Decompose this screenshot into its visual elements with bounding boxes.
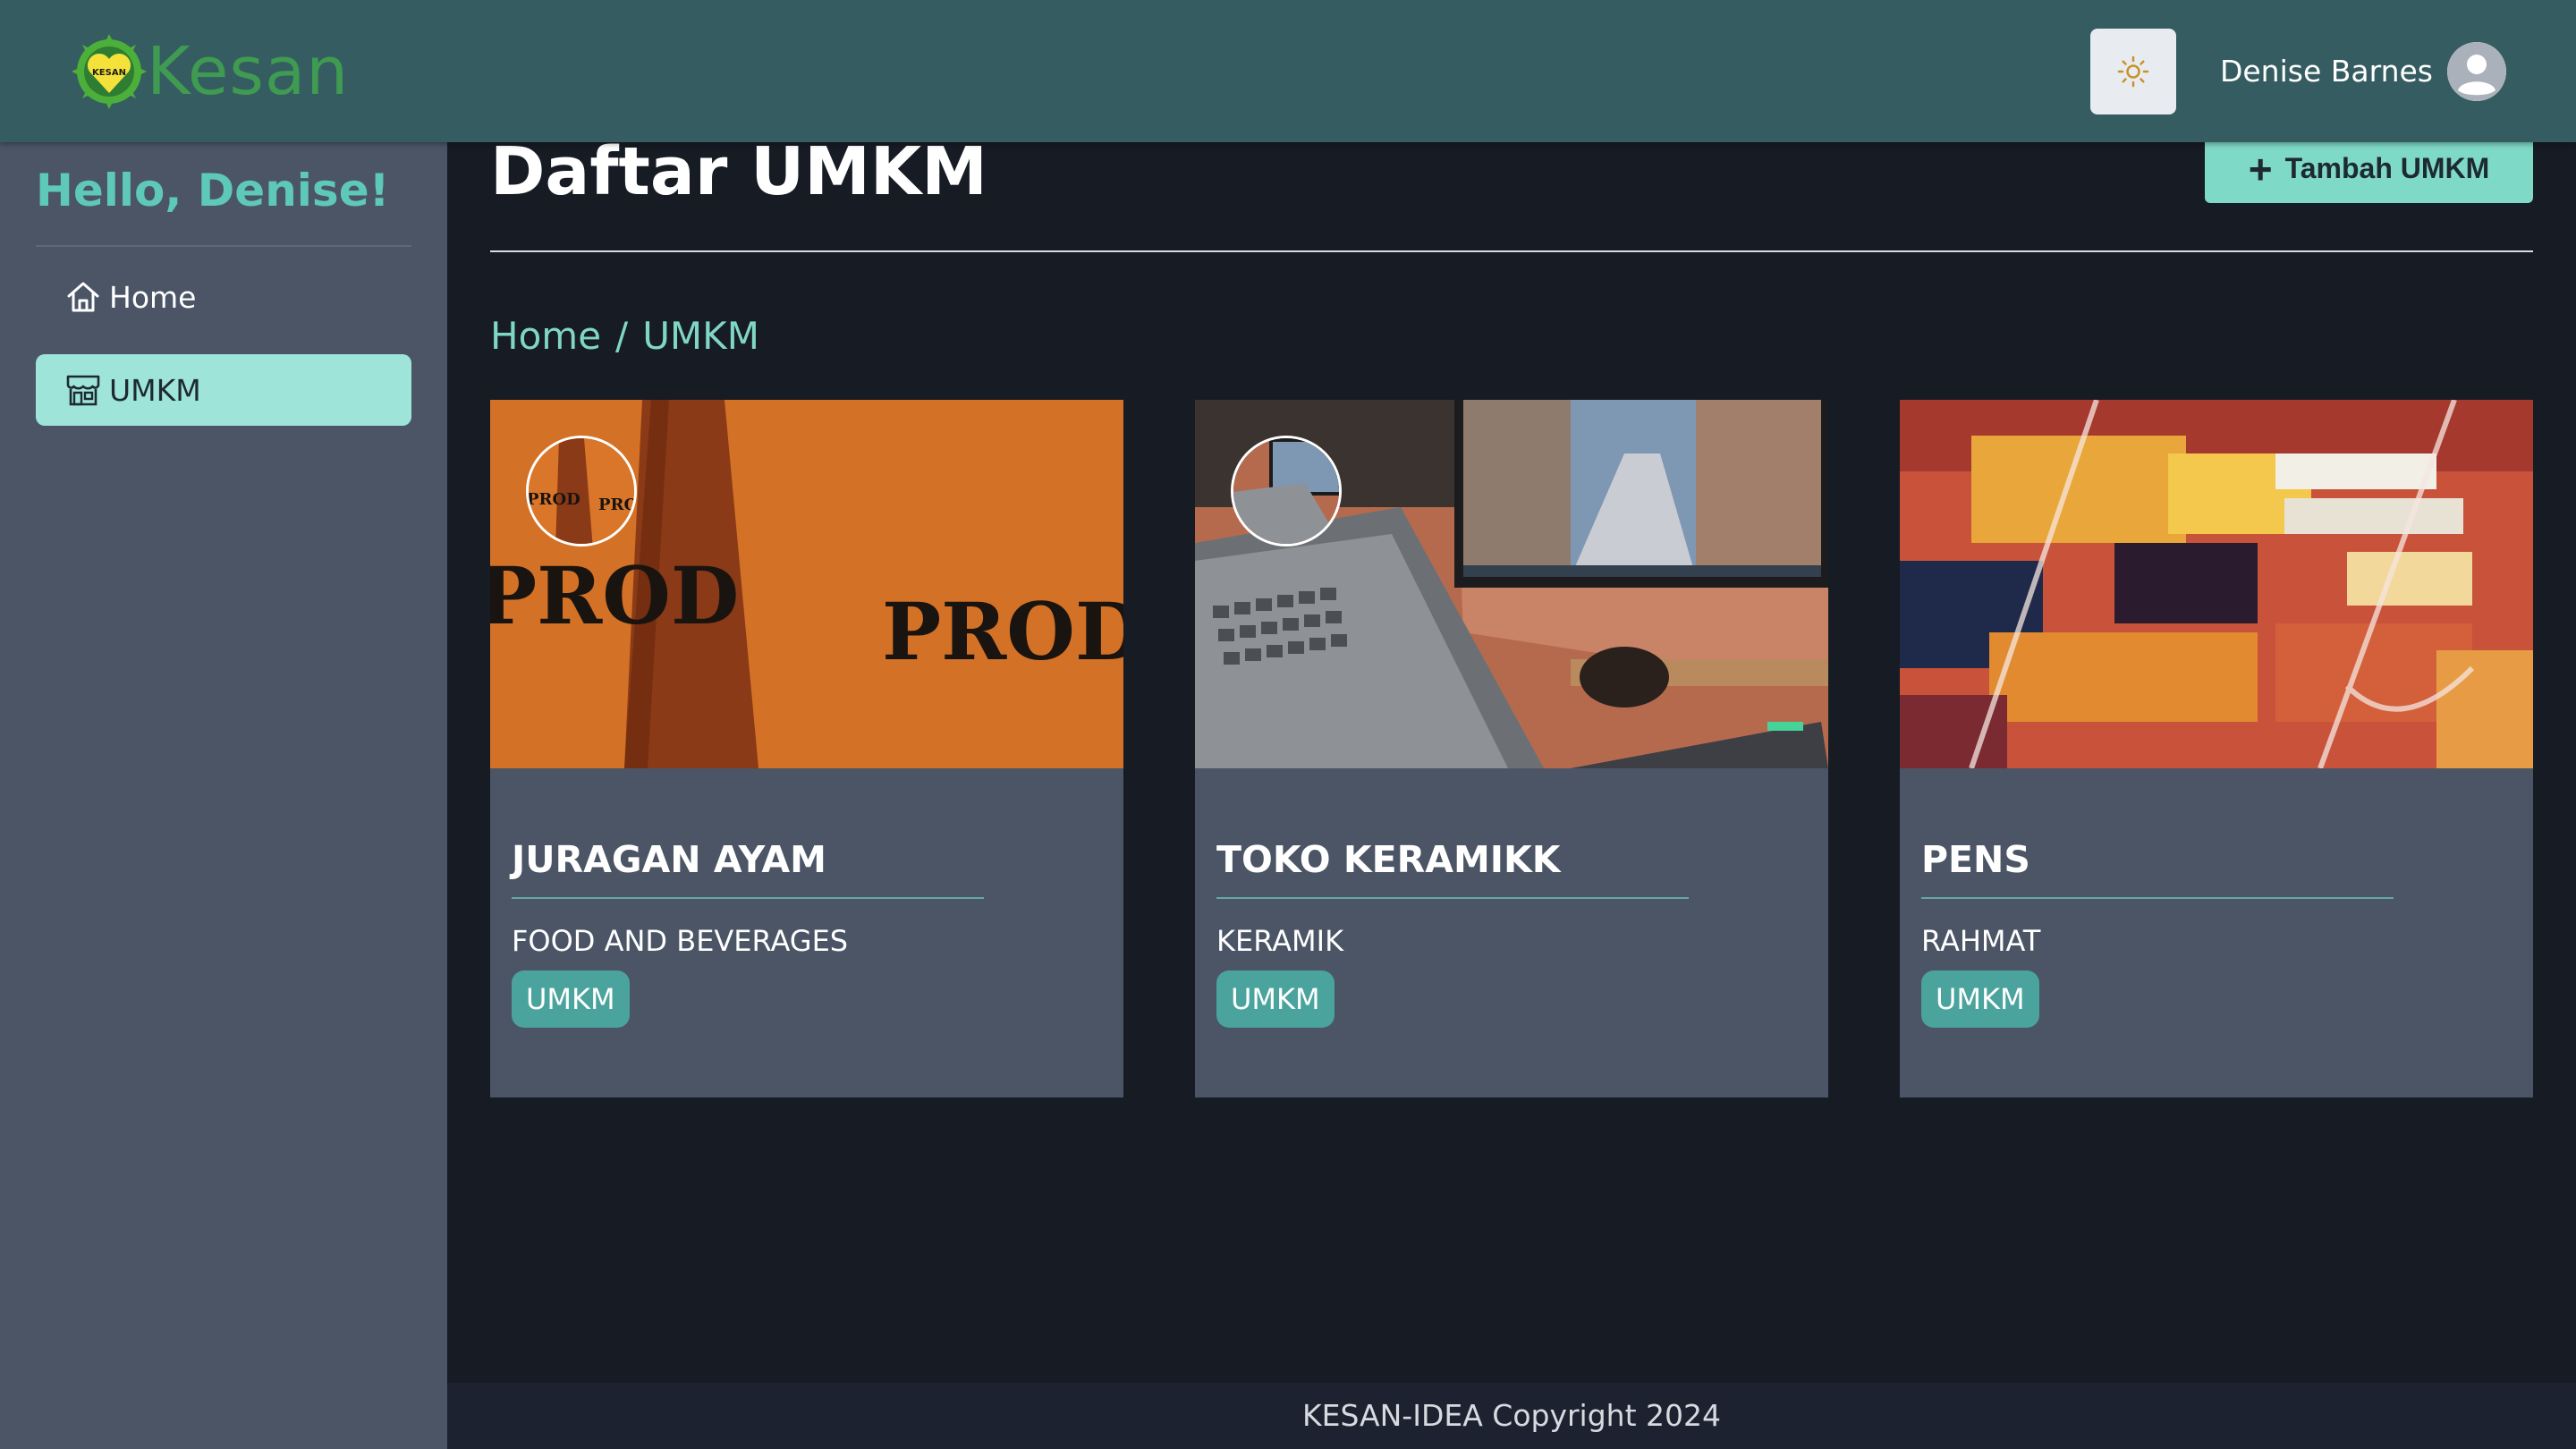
footer: KESAN-IDEA Copyright 2024 xyxy=(447,1383,2576,1449)
home-icon xyxy=(64,278,102,316)
footer-copyright: KESAN-IDEA Copyright 2024 xyxy=(1302,1398,1721,1433)
card-cover-image xyxy=(1900,400,2533,768)
card-avatar-text: PROD xyxy=(529,490,580,509)
card-image-text: PROD xyxy=(882,585,1123,678)
kesan-logo[interactable]: KESAN xyxy=(70,32,148,111)
card-divider xyxy=(1216,897,1689,899)
card-badge: UMKM xyxy=(1921,970,2039,1028)
card-avatar: PROD PROD xyxy=(526,436,637,547)
breadcrumb-umkm[interactable]: UMKM xyxy=(642,314,759,358)
logo-text: KESAN xyxy=(92,68,126,78)
umkm-card[interactable]: PENS RAHMAT UMKM xyxy=(1900,400,2533,1097)
card-badge: UMKM xyxy=(1216,970,1335,1028)
umkm-card[interactable]: TOKO KERAMIKK KERAMIK UMKM xyxy=(1195,400,1828,1097)
card-divider xyxy=(1921,897,2394,899)
top-bar: KESAN Kesan Denise Barnes xyxy=(0,0,2576,142)
greeting: Hello, Denise! xyxy=(36,165,390,216)
store-icon xyxy=(64,371,102,409)
title-divider xyxy=(490,250,2533,252)
breadcrumb-home[interactable]: Home xyxy=(490,314,601,358)
brand-name[interactable]: Kesan xyxy=(147,32,349,111)
card-category: RAHMAT xyxy=(1921,924,2041,958)
card-avatar xyxy=(1231,436,1342,547)
card-image-text: PROD xyxy=(490,549,739,642)
sun-icon xyxy=(2117,55,2149,88)
card-badge: UMKM xyxy=(512,970,630,1028)
sidebar-item-label: Home xyxy=(109,279,197,315)
add-umkm-label: Tambah UMKM xyxy=(2284,152,2490,184)
user-name[interactable]: Denise Barnes xyxy=(2220,47,2433,97)
user-avatar[interactable] xyxy=(2447,42,2506,101)
card-divider xyxy=(512,897,984,899)
card-title: JURAGAN AYAM xyxy=(512,838,826,881)
card-avatar-text: PROD xyxy=(598,496,637,514)
breadcrumb-separator: / xyxy=(615,314,629,358)
sidebar-item-label: UMKM xyxy=(109,372,201,408)
card-category: KERAMIK xyxy=(1216,924,1344,958)
plus-icon: + xyxy=(2248,145,2273,192)
card-title: PENS xyxy=(1921,838,2030,881)
sidebar-item-umkm[interactable]: UMKM xyxy=(36,354,411,426)
sidebar: Hello, Denise! Home UMKM xyxy=(0,142,447,1449)
card-category: FOOD AND BEVERAGES xyxy=(512,924,849,958)
card-title: TOKO KERAMIKK xyxy=(1216,838,1561,881)
add-umkm-button[interactable]: + Tambah UMKM xyxy=(2205,134,2533,203)
breadcrumb: Home / UMKM xyxy=(490,311,759,361)
sidebar-item-home[interactable]: Home xyxy=(36,261,411,333)
sidebar-divider xyxy=(36,245,411,247)
theme-toggle-button[interactable] xyxy=(2090,29,2176,114)
umkm-card[interactable]: PROD PROD PROD PROD JURAGAN AYAM FOOD AN… xyxy=(490,400,1123,1097)
user-avatar-icon xyxy=(2447,42,2506,101)
